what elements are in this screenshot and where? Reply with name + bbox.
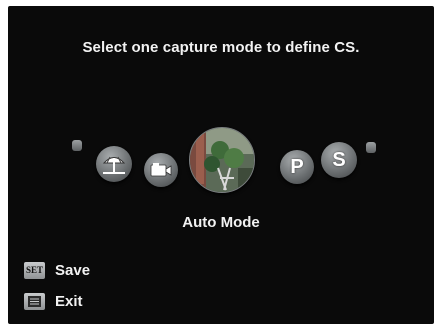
menu-key-icon (24, 293, 45, 310)
save-label: Save (55, 262, 91, 279)
program-mode-letter: P (290, 155, 304, 178)
auto-mode-button[interactable] (189, 127, 255, 193)
shutter-priority-mode-button[interactable]: S (321, 142, 357, 178)
camera-screen: Select one capture mode to define CS. P … (8, 6, 434, 324)
program-mode-button[interactable]: P (280, 150, 314, 184)
movie-mode-button[interactable] (144, 153, 178, 187)
save-hint[interactable]: SET Save (24, 262, 90, 279)
selected-mode-label: Auto Mode (182, 214, 260, 231)
exit-label: Exit (55, 293, 83, 310)
landscape-thumbnail-icon (190, 128, 254, 192)
set-key-icon: SET (24, 262, 45, 279)
shutter-priority-mode-letter: S (332, 148, 346, 171)
dial-left-end-marker (72, 140, 82, 151)
camcorder-icon (150, 163, 172, 177)
exit-hint[interactable]: Exit (24, 293, 83, 310)
dial-right-end-marker (366, 142, 376, 153)
beach-umbrella-icon (102, 156, 126, 174)
scene-mode-button[interactable] (96, 146, 132, 182)
menu-icon (28, 296, 41, 307)
